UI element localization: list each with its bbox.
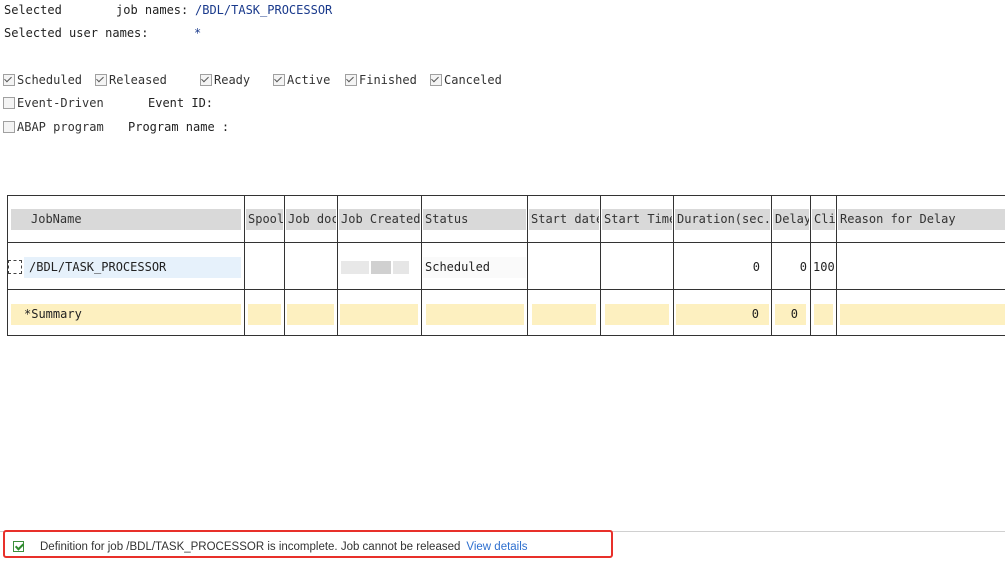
view-details-link[interactable]: View details bbox=[466, 541, 527, 553]
released-checkbox[interactable] bbox=[95, 74, 107, 86]
filter-event-driven[interactable]: Event-Driven bbox=[3, 96, 104, 110]
status-message-text: Definition for job /BDL/TASK_PROCESSOR i… bbox=[40, 541, 461, 553]
row-client[interactable]: 100 bbox=[812, 257, 835, 278]
status-message: Definition for job /BDL/TASK_PROCESSOR i… bbox=[40, 541, 528, 553]
row-jobname[interactable]: /BDL/TASK_PROCESSOR bbox=[24, 257, 241, 278]
selected-job-label: Selected bbox=[4, 3, 62, 17]
summary-start-date bbox=[532, 304, 596, 325]
summary-status bbox=[426, 304, 524, 325]
col-header-spool[interactable]: Spool bbox=[246, 209, 283, 230]
row-select-icon[interactable] bbox=[8, 260, 22, 274]
col-header-delay[interactable]: Delay bbox=[773, 209, 809, 230]
abap-program-label: ABAP program bbox=[17, 120, 104, 134]
scheduled-label: Scheduled bbox=[17, 73, 83, 87]
row-delay[interactable]: 0 bbox=[773, 257, 809, 278]
col-header-jobname[interactable]: JobName bbox=[11, 209, 241, 230]
row-divider bbox=[8, 242, 1005, 243]
row-start-time[interactable] bbox=[602, 257, 672, 278]
event-driven-label: Event-Driven bbox=[17, 96, 104, 110]
summary-start-time bbox=[605, 304, 669, 325]
filter-abap-program[interactable]: ABAP program bbox=[3, 120, 104, 134]
col-header-status[interactable]: Status bbox=[423, 209, 526, 230]
summary-delay: 0 bbox=[775, 304, 806, 325]
col-divider bbox=[600, 196, 601, 335]
checkmark-icon bbox=[13, 541, 24, 552]
released-label: Released bbox=[109, 73, 167, 87]
row-spool[interactable] bbox=[246, 257, 283, 278]
col-header-start-time[interactable]: Start Time bbox=[602, 209, 672, 230]
ready-checkbox[interactable] bbox=[200, 74, 212, 86]
row-duration[interactable]: 0 bbox=[675, 257, 770, 278]
summary-duration: 0 bbox=[676, 304, 769, 325]
col-header-reason-for-delay[interactable]: Reason for Delay bbox=[838, 209, 1005, 230]
filter-finished[interactable]: Finished bbox=[345, 73, 417, 87]
program-name-label: Program name : bbox=[128, 120, 230, 134]
row-job-createdby bbox=[339, 257, 420, 278]
scheduled-checkbox[interactable] bbox=[3, 74, 15, 86]
row-start-date[interactable] bbox=[529, 257, 599, 278]
event-id-label: Event ID: bbox=[148, 96, 214, 110]
col-header-job-doc[interactable]: Job doc bbox=[286, 209, 336, 230]
col-header-start-date[interactable]: Start date bbox=[529, 209, 599, 230]
job-names-label: job names: bbox=[116, 3, 189, 17]
user-names-value: * bbox=[194, 26, 202, 40]
finished-label: Finished bbox=[359, 73, 417, 87]
ready-label: Ready bbox=[214, 73, 251, 87]
filter-released[interactable]: Released bbox=[95, 73, 167, 87]
col-divider bbox=[810, 196, 811, 335]
summary-client bbox=[814, 304, 833, 325]
filter-ready[interactable]: Ready bbox=[200, 73, 250, 87]
row-divider bbox=[8, 289, 1005, 290]
finished-checkbox[interactable] bbox=[345, 74, 357, 86]
col-divider bbox=[244, 196, 245, 335]
row-status[interactable]: Scheduled bbox=[423, 257, 526, 278]
canceled-checkbox[interactable] bbox=[430, 74, 442, 86]
col-divider bbox=[673, 196, 674, 335]
summary-label: *Summary bbox=[11, 304, 241, 325]
col-header-job-createdby[interactable]: Job CreatedB bbox=[339, 209, 420, 230]
col-header-client[interactable]: Cli bbox=[812, 209, 835, 230]
filter-scheduled[interactable]: Scheduled bbox=[3, 73, 82, 87]
active-label: Active bbox=[287, 73, 331, 87]
summary-job-createdby bbox=[340, 304, 418, 325]
job-table: JobName Spool Job doc Job CreatedB Statu… bbox=[7, 195, 1005, 336]
summary-reason-for-delay bbox=[840, 304, 1005, 325]
col-divider bbox=[421, 196, 422, 335]
col-divider bbox=[527, 196, 528, 335]
canceled-label: Canceled bbox=[444, 73, 502, 87]
col-divider bbox=[284, 196, 285, 335]
col-divider bbox=[836, 196, 837, 335]
col-divider bbox=[771, 196, 772, 335]
summary-job-doc bbox=[287, 304, 334, 325]
job-names-value: /BDL/TASK_PROCESSOR bbox=[195, 3, 333, 17]
row-reason-for-delay[interactable] bbox=[838, 257, 1005, 278]
row-job-doc[interactable] bbox=[286, 257, 336, 278]
col-divider bbox=[337, 196, 338, 335]
active-checkbox[interactable] bbox=[273, 74, 285, 86]
summary-spool bbox=[248, 304, 281, 325]
col-header-duration[interactable]: Duration(sec.) bbox=[675, 209, 770, 230]
abap-program-checkbox[interactable] bbox=[3, 121, 15, 133]
filter-canceled[interactable]: Canceled bbox=[430, 73, 502, 87]
filter-active[interactable]: Active bbox=[273, 73, 330, 87]
user-names-label: Selected user names: bbox=[4, 26, 149, 40]
event-driven-checkbox[interactable] bbox=[3, 97, 15, 109]
